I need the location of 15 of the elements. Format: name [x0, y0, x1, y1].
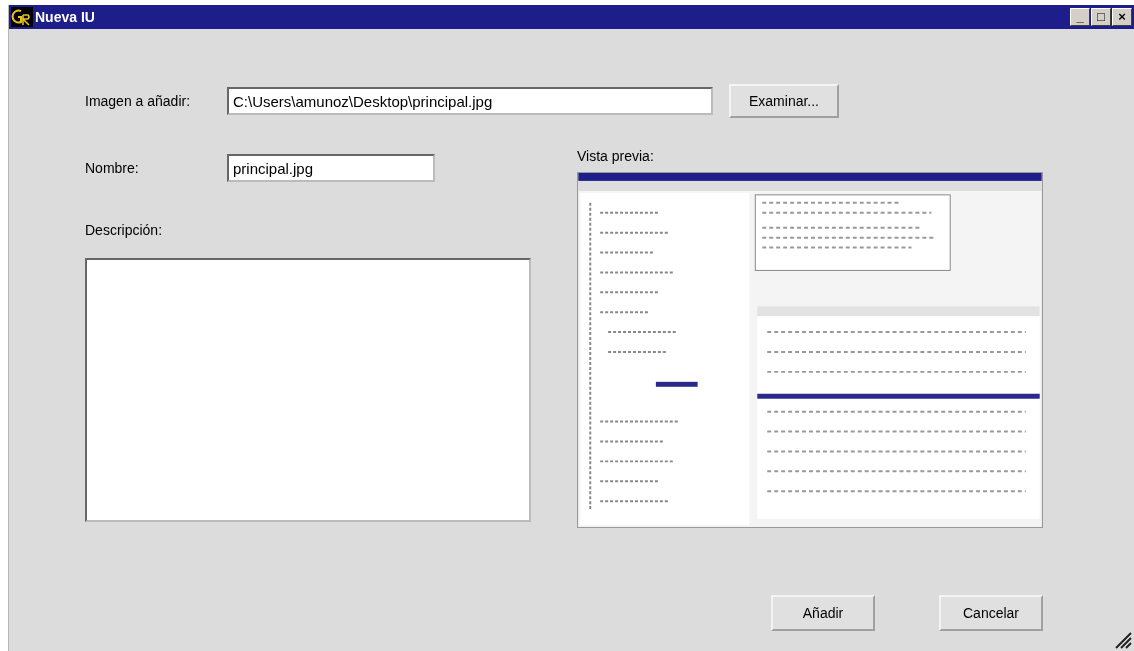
field-label: Descripción:: [85, 221, 164, 240]
close-button[interactable]: ×: [1112, 8, 1132, 26]
window-title: Nueva IU: [35, 7, 95, 27]
image-path-field[interactable]: C:\Users\amunoz\Desktop\principal.jpg: [227, 87, 713, 115]
description-field[interactable]: [85, 258, 531, 522]
add-button[interactable]: Añadir: [771, 595, 875, 631]
preview-label: Vista previa:: [577, 147, 655, 166]
minimize-button[interactable]: _: [1070, 8, 1090, 26]
app-logo-icon: [11, 7, 33, 27]
name-field[interactable]: principal.jpg: [227, 154, 435, 182]
browse-button[interactable]: Examinar...: [729, 84, 839, 118]
cancel-button[interactable]: Cancelar: [939, 595, 1043, 631]
field-label: Nombre:: [85, 158, 140, 178]
maximize-button[interactable]: □: [1091, 8, 1111, 26]
field-label: Imagen a añadir:: [85, 91, 192, 111]
